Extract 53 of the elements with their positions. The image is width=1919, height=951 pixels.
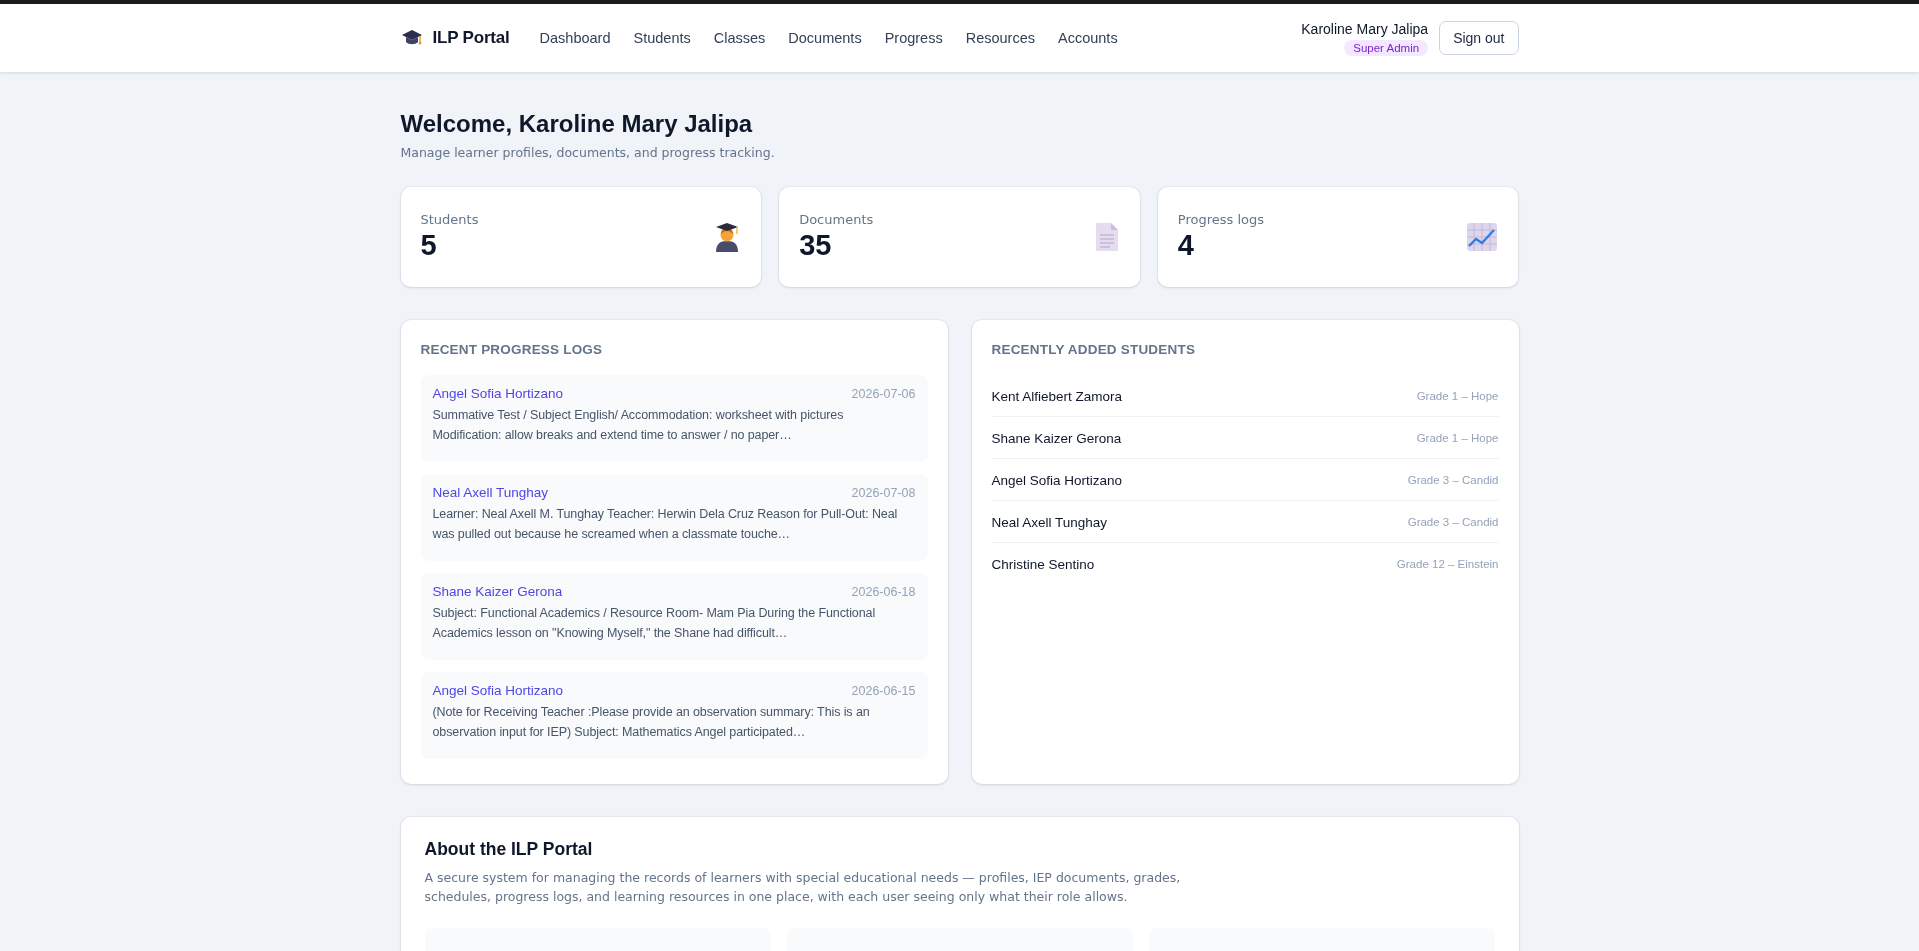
about-title: About the ILP Portal <box>424 839 594 860</box>
log-date: 2026-07-08 <box>851 486 916 500</box>
stat-label: Students <box>420 212 479 227</box>
progress-log-item[interactable]: Angel Sofia Hortizano 2026-07-06 Summative Test / Subject English/ Accommodation: worksheet with pictures Modification: allow breaks and extend time to answer / no paper… <box>420 375 928 462</box>
log-date: 2026-07-06 <box>851 387 916 401</box>
student-name[interactable]: Neal Axell Tunghay <box>991 514 1108 530</box>
student-name[interactable]: Christine Sentino <box>991 556 1095 572</box>
welcome-subtitle: Manage learner profiles, documents, and progress tracking. <box>400 145 776 160</box>
nav-link[interactable]: Students <box>633 30 691 46</box>
student-class: Grade 1 – Hope <box>1416 390 1499 402</box>
log-date: 2026-06-15 <box>851 684 916 698</box>
user-name: Karoline Mary Jalipa <box>1301 20 1429 37</box>
graduate-icon <box>716 223 739 252</box>
student-link[interactable]: Angel Sofia Hortizano <box>432 683 564 698</box>
stat-value: 35 <box>799 229 833 262</box>
document-icon <box>1095 223 1118 251</box>
app-title: ILP Portal <box>432 28 510 48</box>
graduation-cap-icon <box>400 29 423 47</box>
stat-value: 4 <box>1177 229 1195 262</box>
nav-link[interactable]: Resources <box>965 30 1035 46</box>
log-date: 2026-06-18 <box>851 585 916 599</box>
stat-label: Documents <box>799 212 874 227</box>
student-name[interactable]: Shane Kaizer Gerona <box>991 430 1122 446</box>
progress-log-item[interactable]: Neal Axell Tunghay 2026-07-08 Learner: Neal Axell M. Tunghay Teacher: Herwin Dela Cruz Reason for Pull-Out: Neal was pulled out because he screamed when a classmate touche… <box>420 474 928 561</box>
student-link[interactable]: Neal Axell Tunghay <box>432 485 549 500</box>
log-excerpt: Summative Test / Subject English/ Accommodation: worksheet with pictures Modification: allow breaks and extend time to answer / no paper… <box>432 407 845 444</box>
progress-log-item[interactable]: Shane Kaizer Gerona 2026-06-18 Subject: Functional Academics / Resource Room- Mam Pia During the Functional Academics lesson on "Knowing Myself," the Shane had difficult… <box>420 573 928 660</box>
nav-link[interactable]: Documents <box>788 30 862 46</box>
student-link[interactable]: Shane Kaizer Gerona <box>432 584 563 599</box>
sign-out-button[interactable]: Sign out <box>1439 21 1519 55</box>
welcome-heading: Welcome, Karoline Mary Jalipa <box>400 110 754 138</box>
panel-title: RECENTLY ADDED STUDENTS <box>991 342 1197 357</box>
nav-link[interactable]: Classes <box>713 30 766 46</box>
student-class: Grade 1 – Hope <box>1416 432 1499 444</box>
role-badge: Super Admin <box>1344 39 1429 56</box>
student-name[interactable]: Kent Alfiebert Zamora <box>991 388 1123 404</box>
stat-value: 5 <box>420 229 438 262</box>
student-class: Grade 12 – Einstein <box>1396 558 1499 570</box>
line-chart-icon <box>1467 222 1498 252</box>
panel-title: RECENT PROGRESS LOGS <box>420 342 604 357</box>
student-class: Grade 3 – Candid <box>1407 516 1499 528</box>
about-text: A secure system for managing the records of learners with special educational needs — profiles, IEP documents, grades, schedules, progress logs, and learning resources in one place, with each user seeing only what their role allows. <box>424 869 1182 906</box>
student-link[interactable]: Angel Sofia Hortizano <box>432 386 564 401</box>
progress-log-item[interactable]: Angel Sofia Hortizano 2026-06-15 (Note for Receiving Teacher :Please provide an observation summary: This is an observation input for IEP) Subject: Mathematics Angel participated… <box>420 672 928 759</box>
nav-link[interactable]: Accounts <box>1058 30 1118 46</box>
student-class: Grade 3 – Candid <box>1407 474 1499 486</box>
stat-label: Progress logs <box>1177 212 1265 227</box>
log-excerpt: (Note for Receiving Teacher :Please provide an observation summary: This is an observation input for IEP) Subject: Mathematics Angel participated… <box>432 704 871 741</box>
nav-link[interactable]: Progress <box>884 30 943 46</box>
nav-link[interactable]: Dashboard <box>539 30 611 46</box>
log-excerpt: Learner: Neal Axell M. Tunghay Teacher: Herwin Dela Cruz Reason for Pull-Out: Neal was pulled out because he screamed when a classmate touche… <box>432 506 899 543</box>
log-excerpt: Subject: Functional Academics / Resource Room- Mam Pia During the Functional Academics lesson on "Knowing Myself," the Shane had difficult… <box>432 605 877 642</box>
student-name[interactable]: Angel Sofia Hortizano <box>991 472 1123 488</box>
